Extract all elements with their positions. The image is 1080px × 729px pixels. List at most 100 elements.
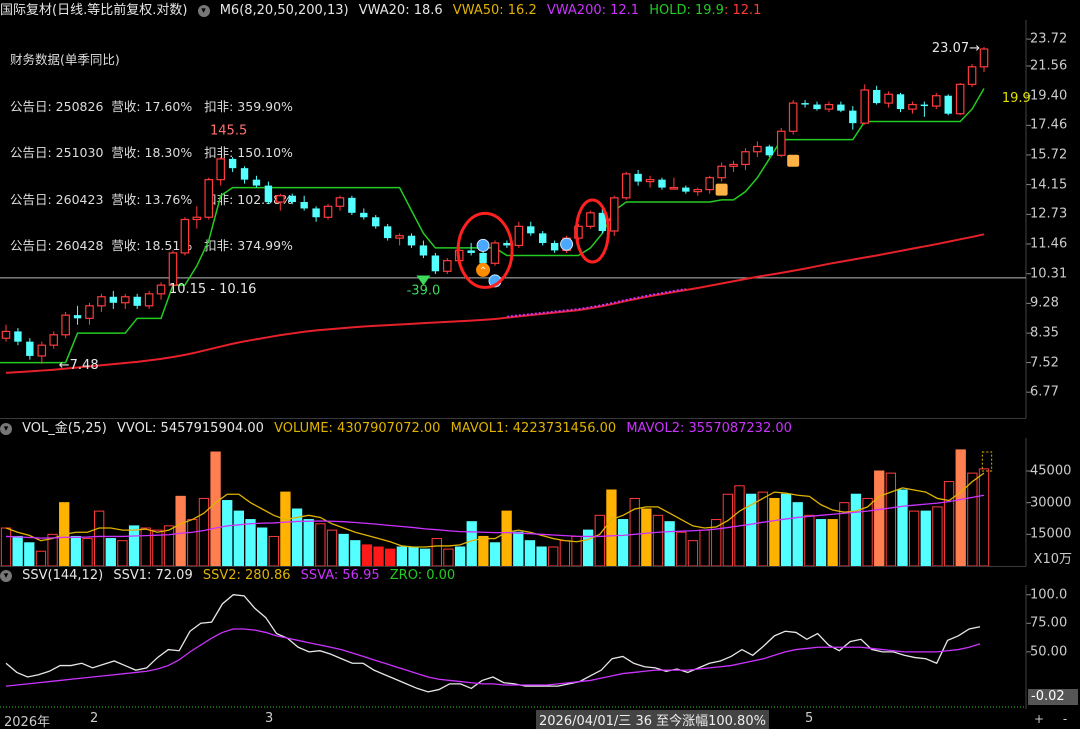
volume-bar <box>222 500 233 567</box>
price-tick-label: 21.56 <box>1030 58 1068 74</box>
candle-body <box>37 344 47 357</box>
ssv-last-value-tag: -0.02 <box>1028 689 1078 705</box>
candle <box>729 160 738 172</box>
indicator-toggle-icon[interactable]: ▾ <box>197 4 210 17</box>
price-tick-label: 19.40 <box>1030 88 1068 104</box>
candle-body <box>920 104 929 107</box>
candle-body <box>360 212 368 218</box>
candle <box>240 166 249 184</box>
candle <box>837 101 845 113</box>
zoom-in-button[interactable]: + <box>1030 711 1048 727</box>
candle-body <box>813 104 821 110</box>
price-tick-label: 6.77 <box>1030 384 1059 400</box>
volume-tick-label: 15000 <box>1030 526 1072 542</box>
ssv-name[interactable]: SSV(144,12) <box>22 568 103 583</box>
candle-body <box>144 293 154 307</box>
candle <box>431 252 440 275</box>
candle <box>490 240 500 266</box>
candle <box>348 195 356 216</box>
volume-bar <box>652 514 664 567</box>
hold-sub-label: : 12.1 <box>723 3 762 18</box>
candle <box>383 224 392 241</box>
month-label-3: 3 <box>265 711 274 726</box>
ssv-tick-label: 100.0 <box>1030 587 1068 603</box>
volume-bar <box>722 493 734 567</box>
volume-bar <box>385 548 396 567</box>
volume-bar <box>268 535 279 567</box>
volume-bar <box>245 519 256 567</box>
candle-body <box>717 165 726 179</box>
candle <box>955 82 965 116</box>
volume-bar <box>548 546 559 567</box>
ma-label[interactable]: M6(8,20,50,200,13) <box>220 3 349 18</box>
candle-body <box>97 296 106 307</box>
candle-body <box>109 296 118 303</box>
volume-bar <box>419 548 431 567</box>
candle-body <box>120 296 130 304</box>
ssv1-label: SSV1: 72.09 <box>113 568 193 583</box>
candle-body <box>753 145 762 153</box>
candle-body <box>693 189 703 193</box>
volume-bar <box>326 529 338 567</box>
volume-axis: 45000 30000 15000 <box>1026 438 1080 566</box>
candle-body <box>896 94 905 110</box>
candle-body <box>479 252 487 264</box>
volume-label: VOLUME: 4307907072.00 <box>274 421 441 436</box>
candle-body <box>14 331 22 342</box>
candle-body <box>49 334 59 346</box>
candle-body <box>979 48 989 68</box>
candle <box>97 293 106 312</box>
candle <box>49 331 59 349</box>
volume-tick-label: 45000 <box>1030 463 1072 479</box>
candle-body <box>85 305 94 319</box>
volume-tick-label: 30000 <box>1030 495 1072 511</box>
vol-name[interactable]: VOL_金(5,25) <box>22 421 107 436</box>
hat-signal-icon <box>715 183 728 196</box>
candle <box>85 302 94 325</box>
volume-bar <box>908 510 920 567</box>
ssva-label: SSVA: 56.95 <box>300 568 380 583</box>
ssv-toggle-icon[interactable]: ▾ <box>0 569 12 582</box>
candle-body <box>837 104 845 111</box>
candle-body <box>156 284 166 295</box>
volume-bar <box>70 535 82 567</box>
candle <box>741 148 750 171</box>
candle <box>156 282 166 300</box>
ssv-chart[interactable] <box>0 585 1031 709</box>
volume-bar <box>256 527 268 567</box>
volume-bar <box>280 491 291 567</box>
last-high-label: 23.07→ <box>932 41 980 56</box>
volume-bar <box>443 548 454 567</box>
candle-body <box>204 179 214 218</box>
year-label: 2026年 <box>4 715 51 729</box>
signal-value-label: -39.0 <box>407 283 441 298</box>
blue-ball-icon <box>560 237 574 251</box>
vvol-label: VVOL: 5457915904.00 <box>117 421 264 436</box>
candle <box>264 181 273 205</box>
zoom-out-button[interactable]: - <box>1056 711 1074 727</box>
chart-title[interactable]: 国际复材(日线.等比前复权.对数) <box>0 3 187 18</box>
volume-bar <box>524 540 536 567</box>
candle <box>133 293 141 309</box>
candle-body <box>467 250 475 253</box>
price-chart[interactable]: ⌃145.5←7.4810.15 - 10.1623.07→19.9-39.0 <box>0 20 1031 418</box>
candle-body <box>824 103 834 110</box>
ssv-tick-label: 75.00 <box>1030 615 1068 631</box>
candle <box>944 94 952 116</box>
candle-body <box>621 173 631 199</box>
volume-bar <box>594 514 605 567</box>
candle <box>192 206 202 229</box>
volume-bar <box>373 546 384 567</box>
price-tick-label: 17.46 <box>1030 117 1068 133</box>
candle <box>705 175 714 194</box>
candle <box>693 187 703 196</box>
candle-body <box>527 226 535 234</box>
volume-chart[interactable] <box>0 438 1031 567</box>
candle <box>621 171 631 200</box>
candle <box>645 175 655 188</box>
candle-body <box>26 341 34 356</box>
candle-body <box>383 226 392 239</box>
volume-toggle-icon[interactable]: ▾ <box>0 422 12 435</box>
candle <box>372 215 380 229</box>
candle <box>1 324 11 342</box>
